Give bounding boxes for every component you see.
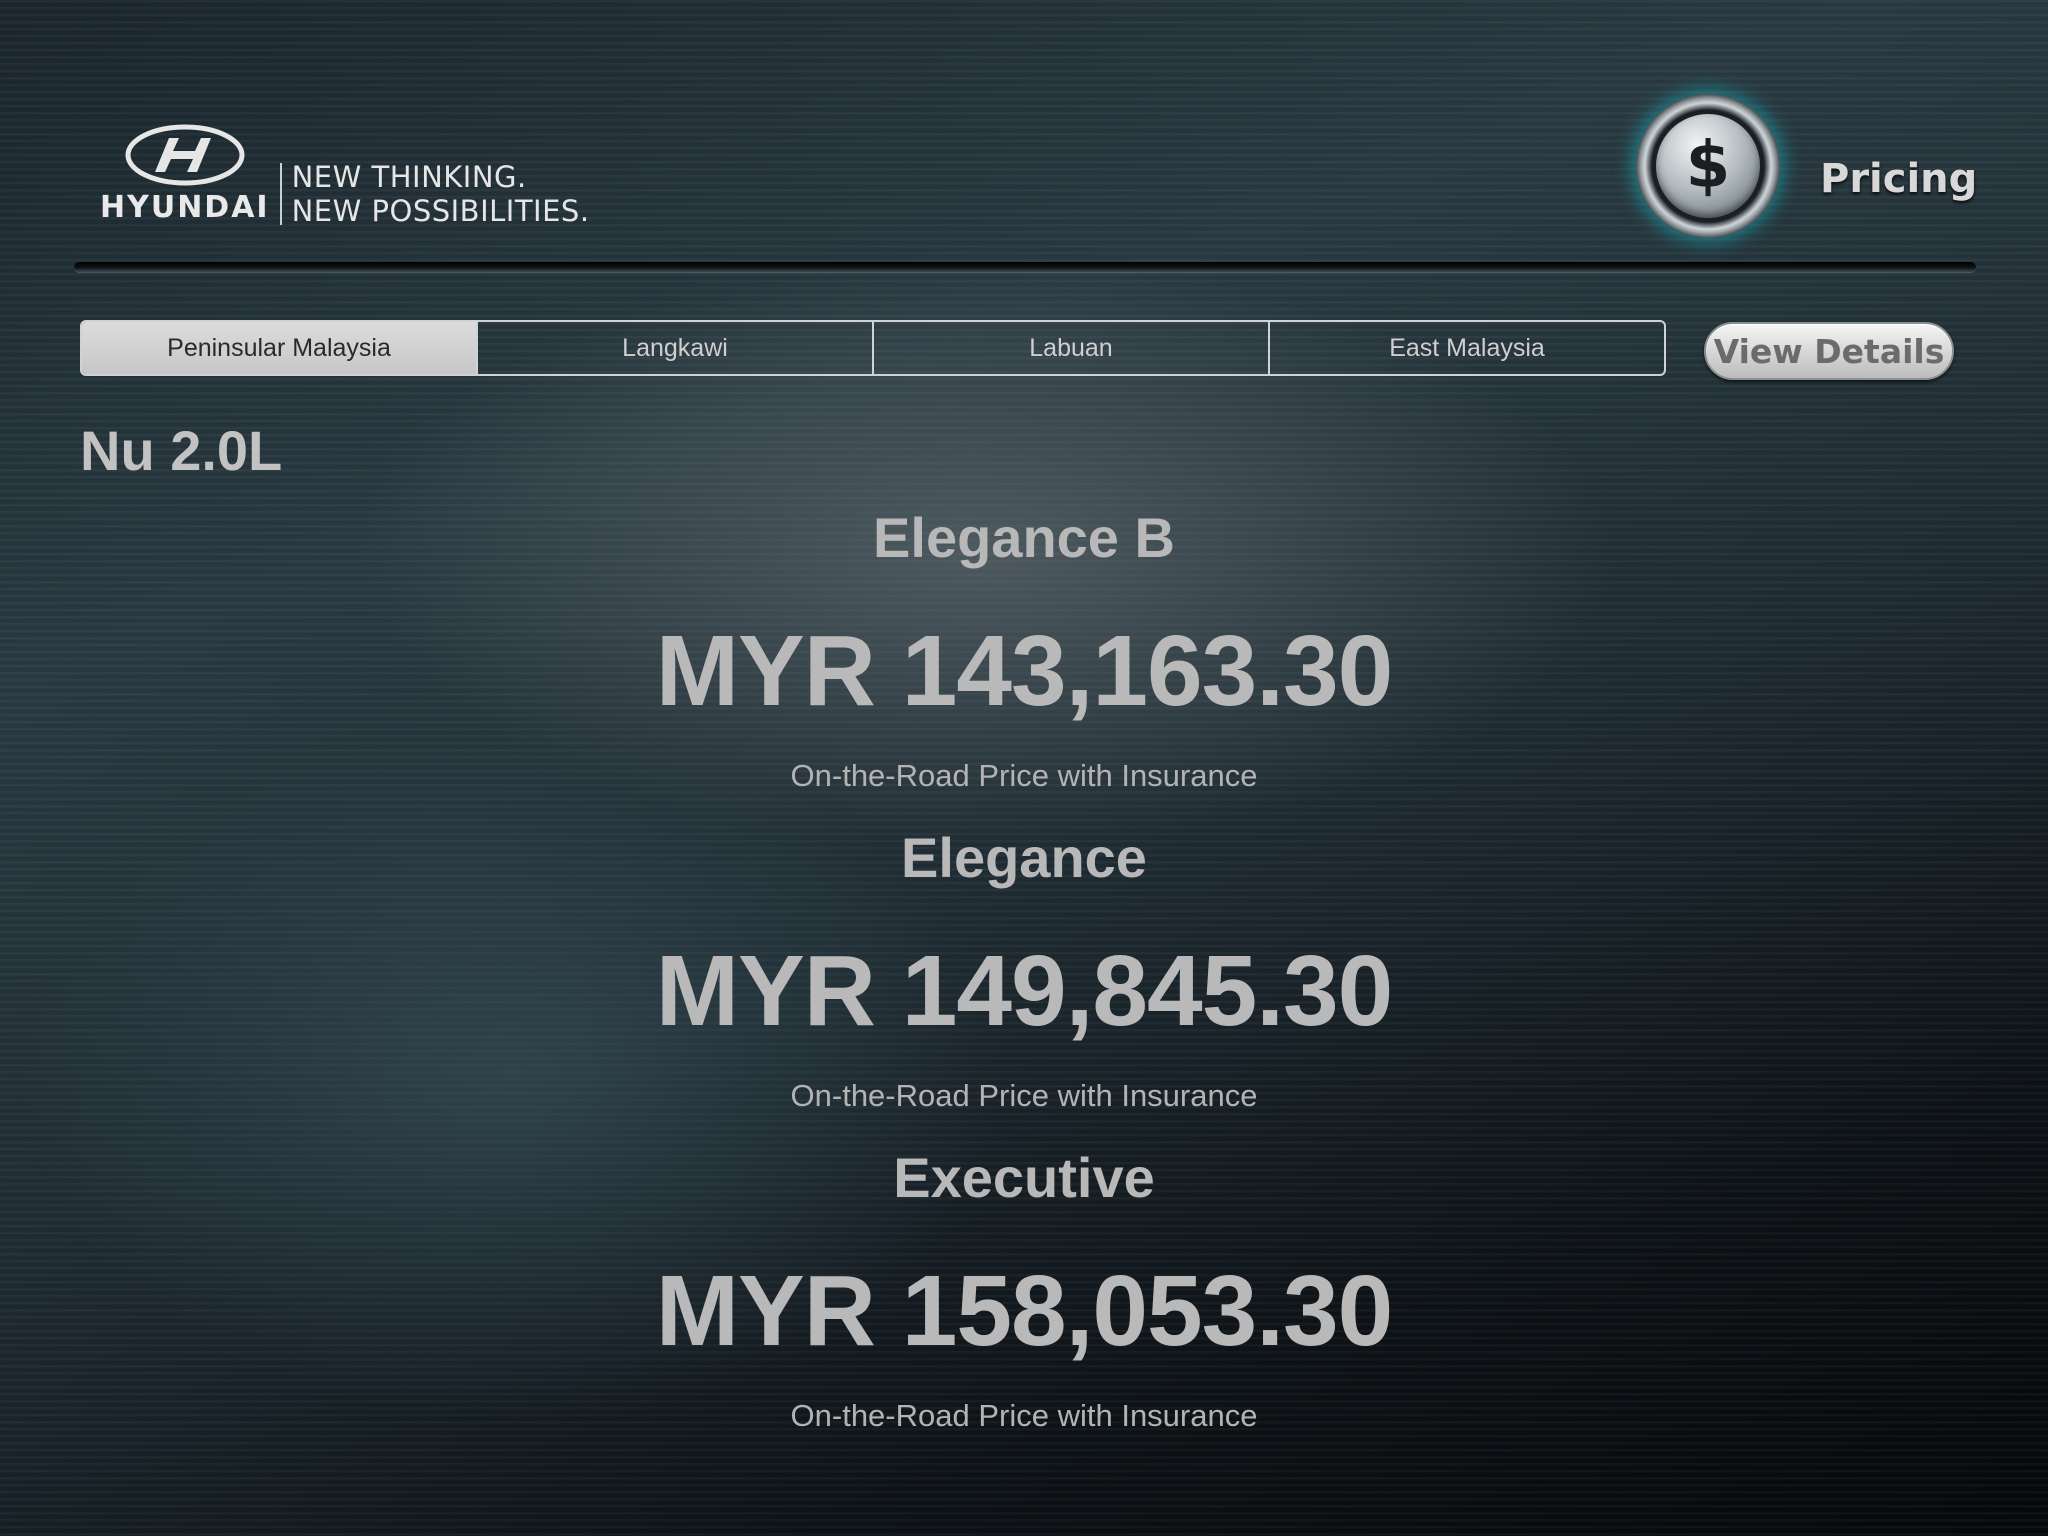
pricing-section-icon[interactable]: $ [1636,94,1780,238]
variant-name: Elegance B [873,506,1175,569]
variant-price: MYR 149,845.30 [655,935,1394,1047]
variant-name: Elegance [901,826,1147,889]
brand-logo: HYUNDAI NEW THINKING. NEW POSSIBILITIES. [100,120,590,228]
tab-labuan[interactable]: Labuan [872,322,1268,374]
variant-price: MYR 143,163.30 [655,615,1394,727]
tagline-line-2: NEW POSSIBILITIES. [291,194,590,228]
variant-price: MYR 158,053.30 [655,1255,1394,1367]
logo-divider [279,163,282,225]
tab-peninsular-malaysia[interactable]: Peninsular Malaysia [82,322,476,374]
variant-card: Executive MYR 158,053.30 On-the-Road Pri… [624,1146,1424,1434]
brand-mark: HYUNDAI [100,124,270,225]
model-name: Nu 2.0L [80,419,283,482]
variant-card: Elegance B MYR 143,163.30 On-the-Road Pr… [624,506,1424,794]
view-details-button[interactable]: View Details [1704,322,1954,380]
hyundai-emblem-icon [125,124,245,185]
tab-langkawi[interactable]: Langkawi [476,322,872,374]
variant-name: Executive [893,1146,1155,1209]
tab-east-malaysia[interactable]: East Malaysia [1268,322,1664,374]
tagline-line-1: NEW THINKING. [291,160,527,194]
brand-wordmark: HYUNDAI [100,189,270,225]
variant-card: Elegance MYR 149,845.30 On-the-Road Pric… [624,826,1424,1114]
brand-tagline: NEW THINKING. NEW POSSIBILITIES. [292,160,590,228]
variant-price-note: On-the-Road Price with Insurance [790,1398,1258,1433]
page-title: Pricing [1820,156,1978,202]
variant-price-note: On-the-Road Price with Insurance [790,758,1258,793]
header-divider [74,262,1976,272]
dollar-icon: $ [1656,114,1760,218]
variant-price-note: On-the-Road Price with Insurance [790,1078,1258,1113]
region-segmented-control: Peninsular Malaysia Langkawi Labuan East… [80,320,1666,376]
